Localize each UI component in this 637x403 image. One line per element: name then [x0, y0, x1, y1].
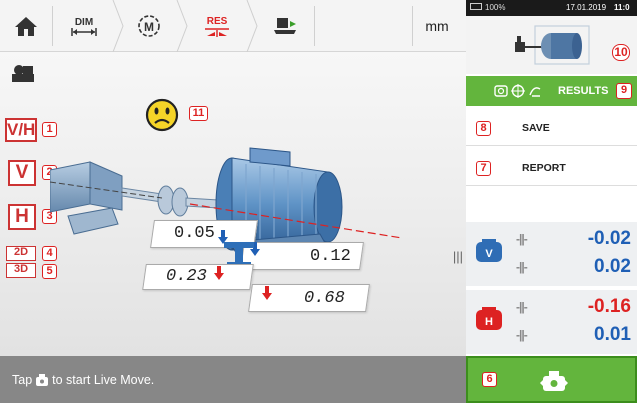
- status-suffix: to start Live Move.: [52, 372, 155, 387]
- vertical-offset-value: 0.05: [174, 224, 215, 243]
- svg-text:M: M: [144, 20, 154, 34]
- horizontal-offset-value: 0.23: [166, 267, 207, 286]
- save-button[interactable]: 8 SAVE: [466, 110, 637, 146]
- machine-thumbnail-header[interactable]: 10: [466, 16, 637, 74]
- tab-dimensions[interactable]: DIM: [53, 0, 115, 52]
- offset-coupling-icon: -||-: [516, 300, 528, 314]
- system-date: 17.01.2019: [566, 3, 607, 12]
- angle-coupling-icon: -||-: [516, 328, 528, 342]
- view-perspective-button[interactable]: [10, 62, 36, 86]
- horizontal-angle-result: 0.01: [594, 324, 631, 345]
- callout-10: 10: [612, 44, 630, 61]
- vertical-offset-result: -0.02: [587, 228, 631, 249]
- dimension-arrow-icon: [71, 27, 97, 36]
- horizontal-results-block: H -||- -||- -0.16 0.01: [466, 290, 637, 354]
- horizontal-offset-result: -0.16: [587, 296, 631, 317]
- machine-m-icon: M: [138, 15, 160, 37]
- result-arrows-icon: [205, 27, 229, 37]
- svg-text:H: H: [485, 316, 493, 328]
- battery-icon: [470, 3, 482, 10]
- tab-results-label: RES: [206, 15, 228, 27]
- results-method-icons: [494, 84, 541, 98]
- system-time: 11:0: [614, 3, 630, 12]
- live-move-icon: [36, 373, 49, 386]
- offset-coupling-icon: -||-: [516, 232, 528, 246]
- vertical-results-block: V -||- -||- -0.02 0.02: [466, 222, 637, 286]
- vertical-badge-icon: V: [476, 239, 502, 262]
- report-label: REPORT: [522, 162, 566, 174]
- vertical-angle-value: 0.12: [310, 247, 351, 266]
- system-status-bar: 100% 17.01.2019 11:0: [466, 0, 637, 16]
- move-machine-icon: [274, 18, 296, 34]
- status-bar: Tap to start Live Move.: [0, 356, 466, 403]
- view-2d-button[interactable]: 2D: [6, 246, 36, 261]
- view-v-button[interactable]: V: [8, 160, 36, 186]
- callout-8: 8: [476, 121, 491, 136]
- home-icon: [15, 17, 37, 36]
- callout-6: 6: [482, 372, 497, 387]
- results-button[interactable]: RESULTS 9: [466, 76, 637, 106]
- results-label: RESULTS: [558, 85, 609, 97]
- home-button[interactable]: [0, 0, 52, 52]
- svg-text:V: V: [485, 248, 493, 260]
- callout-7: 7: [476, 161, 491, 176]
- tab-move[interactable]: [256, 0, 314, 52]
- horizontal-angle-value: 0.68: [304, 289, 345, 308]
- angle-coupling-icon: -||-: [516, 260, 528, 274]
- view-3d-button[interactable]: 3D: [6, 263, 36, 278]
- viewport-3d[interactable]: V/H 1 V 2 H 3 2D 4 3D 5 11: [0, 52, 466, 356]
- down-arrow-red-icon: [262, 286, 272, 300]
- battery-level: 100%: [485, 3, 506, 12]
- tab-results[interactable]: RES: [186, 0, 248, 52]
- unit-selector[interactable]: mm: [412, 0, 462, 52]
- callout-9: 9: [616, 83, 632, 99]
- machine-view-icon: [12, 65, 34, 82]
- top-toolbar: DIM M RES mm: [0, 0, 466, 52]
- status-prefix: Tap: [12, 372, 33, 387]
- live-move-button[interactable]: 6: [466, 356, 637, 403]
- horizontal-badge-icon: H: [476, 307, 502, 330]
- live-move-icon: [540, 371, 568, 391]
- tab-dimensions-label: DIM: [74, 16, 94, 28]
- down-arrow-red-icon: [214, 266, 224, 280]
- view-h-button[interactable]: H: [8, 204, 36, 230]
- report-button[interactable]: 7 REPORT: [466, 150, 637, 186]
- panel-collapse-handle[interactable]: |||: [452, 248, 464, 266]
- save-label: SAVE: [522, 122, 550, 134]
- view-vh-button[interactable]: V/H: [5, 118, 37, 142]
- right-panel: 100% 17.01.2019 11:0 10 RESULTS 9 8 SAVE: [466, 0, 637, 403]
- machine-thumbnail-icon: [515, 25, 590, 65]
- vertical-angle-result: 0.02: [594, 256, 631, 277]
- tab-machines[interactable]: M: [120, 0, 178, 52]
